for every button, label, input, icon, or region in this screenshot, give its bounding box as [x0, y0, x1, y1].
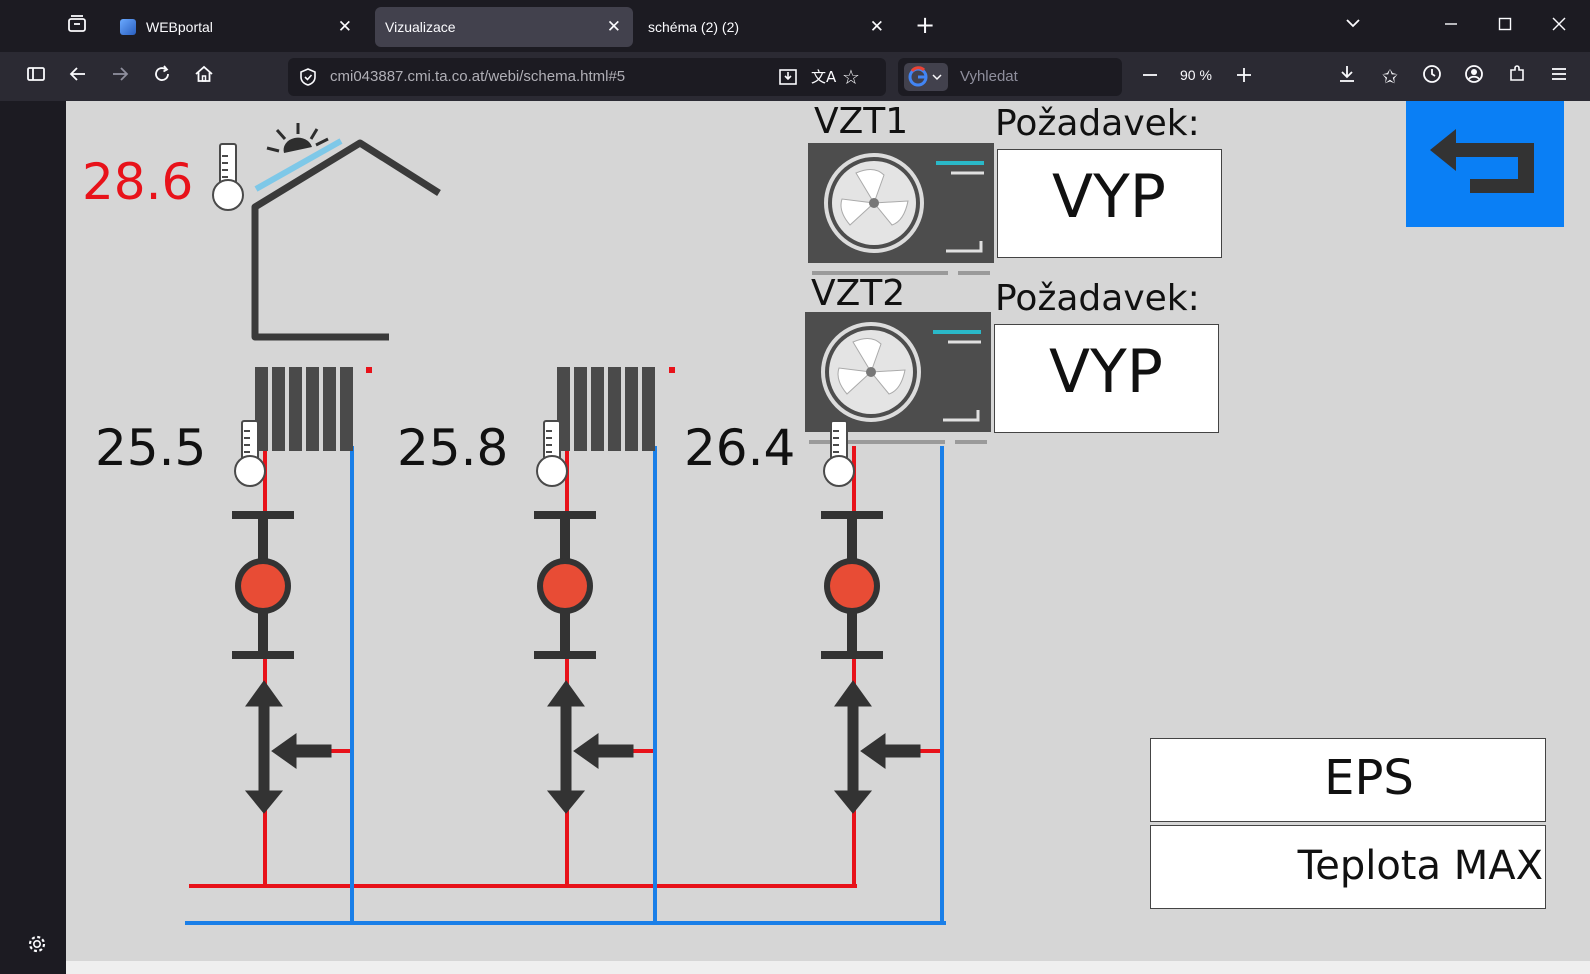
- mixing-valve-icon: [833, 680, 921, 814]
- tab-webportal[interactable]: WEBportal ✕: [108, 7, 364, 47]
- chevron-down-icon[interactable]: [1340, 12, 1366, 38]
- circuit-2-temperature: 25.8: [397, 419, 509, 477]
- vzt2-status-value: VYP: [1049, 337, 1163, 407]
- teplota-max-label: Teplota MAX: [1297, 843, 1543, 889]
- save-page-icon[interactable]: [778, 67, 798, 91]
- pump-icon: [534, 511, 596, 659]
- reload-icon[interactable]: [149, 64, 175, 90]
- tab-overview-icon[interactable]: [64, 13, 90, 39]
- circuit-1-temperature: 25.5: [95, 419, 207, 477]
- account-icon[interactable]: [1461, 64, 1487, 90]
- zoom-in-icon[interactable]: [1231, 64, 1257, 90]
- navigation-toolbar: cmi043887.cmi.ta.co.at/webi/schema.html#…: [0, 52, 1590, 101]
- return-arrow-icon: [1430, 129, 1534, 193]
- thermometer-icon: [212, 143, 244, 211]
- search-box[interactable]: Vyhledat: [898, 58, 1122, 96]
- extensions-icon[interactable]: [1504, 64, 1530, 90]
- new-tab-plus-icon[interactable]: +: [912, 12, 938, 38]
- back-button[interactable]: [1406, 101, 1564, 227]
- browser-sidebar: [0, 101, 66, 974]
- eps-label: EPS: [1324, 750, 1414, 806]
- history-clock-icon[interactable]: [1419, 64, 1445, 90]
- back-arrow-icon[interactable]: [65, 64, 91, 90]
- close-window-icon[interactable]: [1546, 12, 1572, 38]
- vzt2-status-box[interactable]: VYP: [994, 324, 1219, 433]
- vzt2-request-label: Požadavek:: [995, 278, 1200, 319]
- tab-label: WEBportal: [146, 19, 213, 35]
- pump-icon: [232, 511, 294, 659]
- eps-indicator: EPS: [1150, 738, 1546, 822]
- mixing-valve-icon: [244, 680, 332, 814]
- vzt2-label: VZT2: [811, 273, 906, 314]
- circuit-3-temperature: 26.4: [684, 419, 796, 477]
- forward-arrow-icon[interactable]: [107, 64, 133, 90]
- zoom-level[interactable]: 90 %: [1180, 67, 1212, 83]
- sidebar-toggle-icon[interactable]: [23, 64, 49, 90]
- translate-icon[interactable]: 文A: [811, 66, 836, 87]
- webportal-favicon-icon: [120, 19, 136, 35]
- mixing-valve-icon: [546, 680, 634, 814]
- vzt1-status-value: VYP: [1052, 162, 1166, 232]
- vzt1-status-box[interactable]: VYP: [997, 149, 1222, 258]
- vzt1-unit-icon: [808, 143, 994, 275]
- close-icon[interactable]: ✕: [870, 17, 884, 37]
- radiator-icon: [255, 367, 372, 451]
- bookmark-star-icon[interactable]: ☆: [842, 65, 860, 89]
- shield-icon[interactable]: [298, 67, 318, 91]
- search-input[interactable]: Vyhledat: [960, 68, 1018, 85]
- outdoor-temperature: 28.6: [82, 153, 194, 211]
- sun-icon: [266, 123, 329, 153]
- settings-gear-icon[interactable]: [26, 933, 48, 959]
- tab-schema[interactable]: schéma (2) (2) ✕: [640, 7, 896, 47]
- downloads-icon[interactable]: [1334, 64, 1360, 90]
- zoom-out-icon[interactable]: [1137, 64, 1163, 90]
- teplota-max-indicator: Teplota MAX: [1150, 825, 1546, 909]
- close-icon[interactable]: ✕: [607, 17, 621, 37]
- radiator-icon: [557, 367, 675, 451]
- google-icon[interactable]: [904, 63, 948, 91]
- menu-icon[interactable]: [1546, 64, 1572, 90]
- close-icon[interactable]: ✕: [338, 17, 352, 37]
- tab-bar: WEBportal ✕ Vizualizace ✕ schéma (2) (2)…: [0, 0, 1590, 52]
- tab-label: Vizualizace: [385, 19, 456, 35]
- visualization-canvas: 28.6 25.5 25.8 26.4 VZT1 VZT2 Požadavek:…: [66, 101, 1590, 961]
- url-text[interactable]: cmi043887.cmi.ta.co.at/webi/schema.html#…: [330, 68, 625, 85]
- bookmarks-icon[interactable]: ✩: [1377, 64, 1403, 90]
- home-icon[interactable]: [191, 64, 217, 90]
- tab-label: schéma (2) (2): [648, 19, 740, 35]
- maximize-icon[interactable]: [1492, 12, 1518, 38]
- pump-icon: [821, 511, 883, 659]
- minimize-icon[interactable]: [1438, 12, 1464, 38]
- vzt1-label: VZT1: [814, 101, 909, 142]
- address-bar[interactable]: cmi043887.cmi.ta.co.at/webi/schema.html#…: [288, 58, 886, 96]
- page-bottom-strip: [66, 961, 1590, 974]
- vzt1-request-label: Požadavek:: [995, 103, 1200, 144]
- tab-vizualizace[interactable]: Vizualizace ✕: [375, 7, 633, 47]
